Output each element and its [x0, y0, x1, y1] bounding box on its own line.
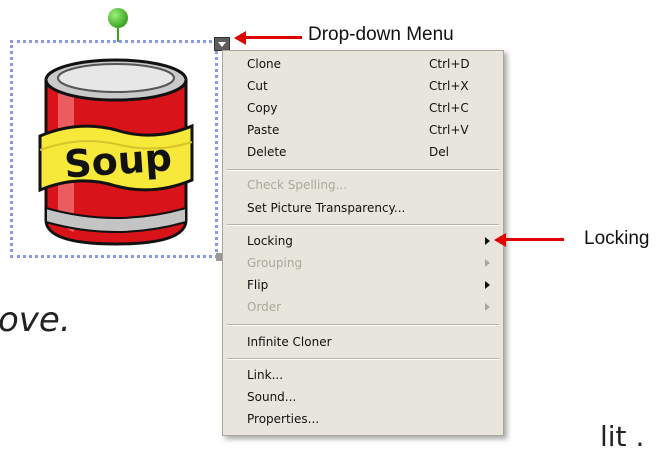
menu-item-shortcut: Ctrl+D	[429, 57, 470, 71]
menu-item-check-spelling[interactable]: Check Spelling...	[223, 175, 503, 197]
menu-item-label: Check Spelling...	[247, 178, 348, 192]
menu-item-label: Sound...	[247, 390, 297, 404]
menu-item-label: Set Picture Transparency...	[247, 201, 406, 215]
submenu-arrow-icon	[485, 259, 490, 267]
menu-item-label: Cut	[247, 79, 268, 93]
rotate-handle[interactable]	[108, 8, 128, 28]
menu-item-clone[interactable]: Clone Ctrl+D	[223, 54, 503, 76]
menu-item-label: Flip	[247, 278, 269, 292]
menu-item-label: Clone	[247, 57, 282, 71]
background-italic-text: ove.	[0, 300, 71, 340]
menu-item-link[interactable]: Link...	[223, 365, 503, 387]
menu-item-locking[interactable]: Locking	[223, 231, 503, 253]
menu-item-properties[interactable]: Properties...	[223, 409, 503, 431]
annotation-arrow-line	[504, 238, 564, 241]
menu-item-label: Properties...	[247, 412, 320, 426]
menu-item-delete[interactable]: Delete Del	[223, 142, 503, 164]
rotate-handle-stem	[117, 27, 119, 42]
menu-item-infinite-cloner[interactable]: Infinite Cloner	[223, 332, 503, 354]
submenu-arrow-icon	[485, 281, 490, 289]
menu-item-label: Order	[247, 300, 282, 314]
annotation-dropdown-label: Drop-down Menu	[308, 24, 454, 45]
menu-separator	[227, 324, 499, 326]
menu-item-shortcut: Del	[429, 145, 449, 159]
menu-item-sound[interactable]: Sound...	[223, 387, 503, 409]
menu-item-set-picture-transparency[interactable]: Set Picture Transparency...	[223, 198, 503, 220]
submenu-arrow-icon	[485, 303, 490, 311]
menu-item-label: Paste	[247, 123, 280, 137]
menu-item-label: Delete	[247, 145, 287, 159]
menu-item-shortcut: Ctrl+X	[429, 79, 469, 93]
menu-item-copy[interactable]: Copy Ctrl+C	[223, 98, 503, 120]
menu-item-cut[interactable]: Cut Ctrl+X	[223, 76, 503, 98]
menu-item-paste[interactable]: Paste Ctrl+V	[223, 120, 503, 142]
dropdown-trigger-icon[interactable]	[214, 37, 230, 51]
menu-item-grouping[interactable]: Grouping	[223, 253, 503, 275]
menu-separator	[227, 358, 499, 360]
context-menu: Clone Ctrl+D Cut Ctrl+X Copy Ctrl+C Past…	[222, 50, 504, 436]
annotation-arrow-line	[244, 36, 302, 39]
menu-item-label: Infinite Cloner	[247, 335, 332, 349]
menu-item-label: Grouping	[247, 256, 303, 270]
menu-separator	[227, 169, 499, 171]
menu-item-shortcut: Ctrl+C	[429, 101, 469, 115]
soup-label-text: Soup	[63, 135, 174, 186]
menu-item-flip[interactable]: Flip	[223, 275, 503, 297]
menu-item-order[interactable]: Order	[223, 297, 503, 319]
menu-item-label: Copy	[247, 101, 278, 115]
menu-item-label: Locking	[247, 234, 293, 248]
submenu-arrow-icon	[485, 237, 490, 245]
menu-item-label: Link...	[247, 368, 284, 382]
annotation-locking-label: Locking	[584, 228, 650, 249]
background-bottom-text: lit .	[600, 420, 645, 453]
menu-item-shortcut: Ctrl+V	[429, 123, 469, 137]
menu-separator	[227, 224, 499, 226]
soup-can-image[interactable]: Soup	[22, 50, 210, 250]
